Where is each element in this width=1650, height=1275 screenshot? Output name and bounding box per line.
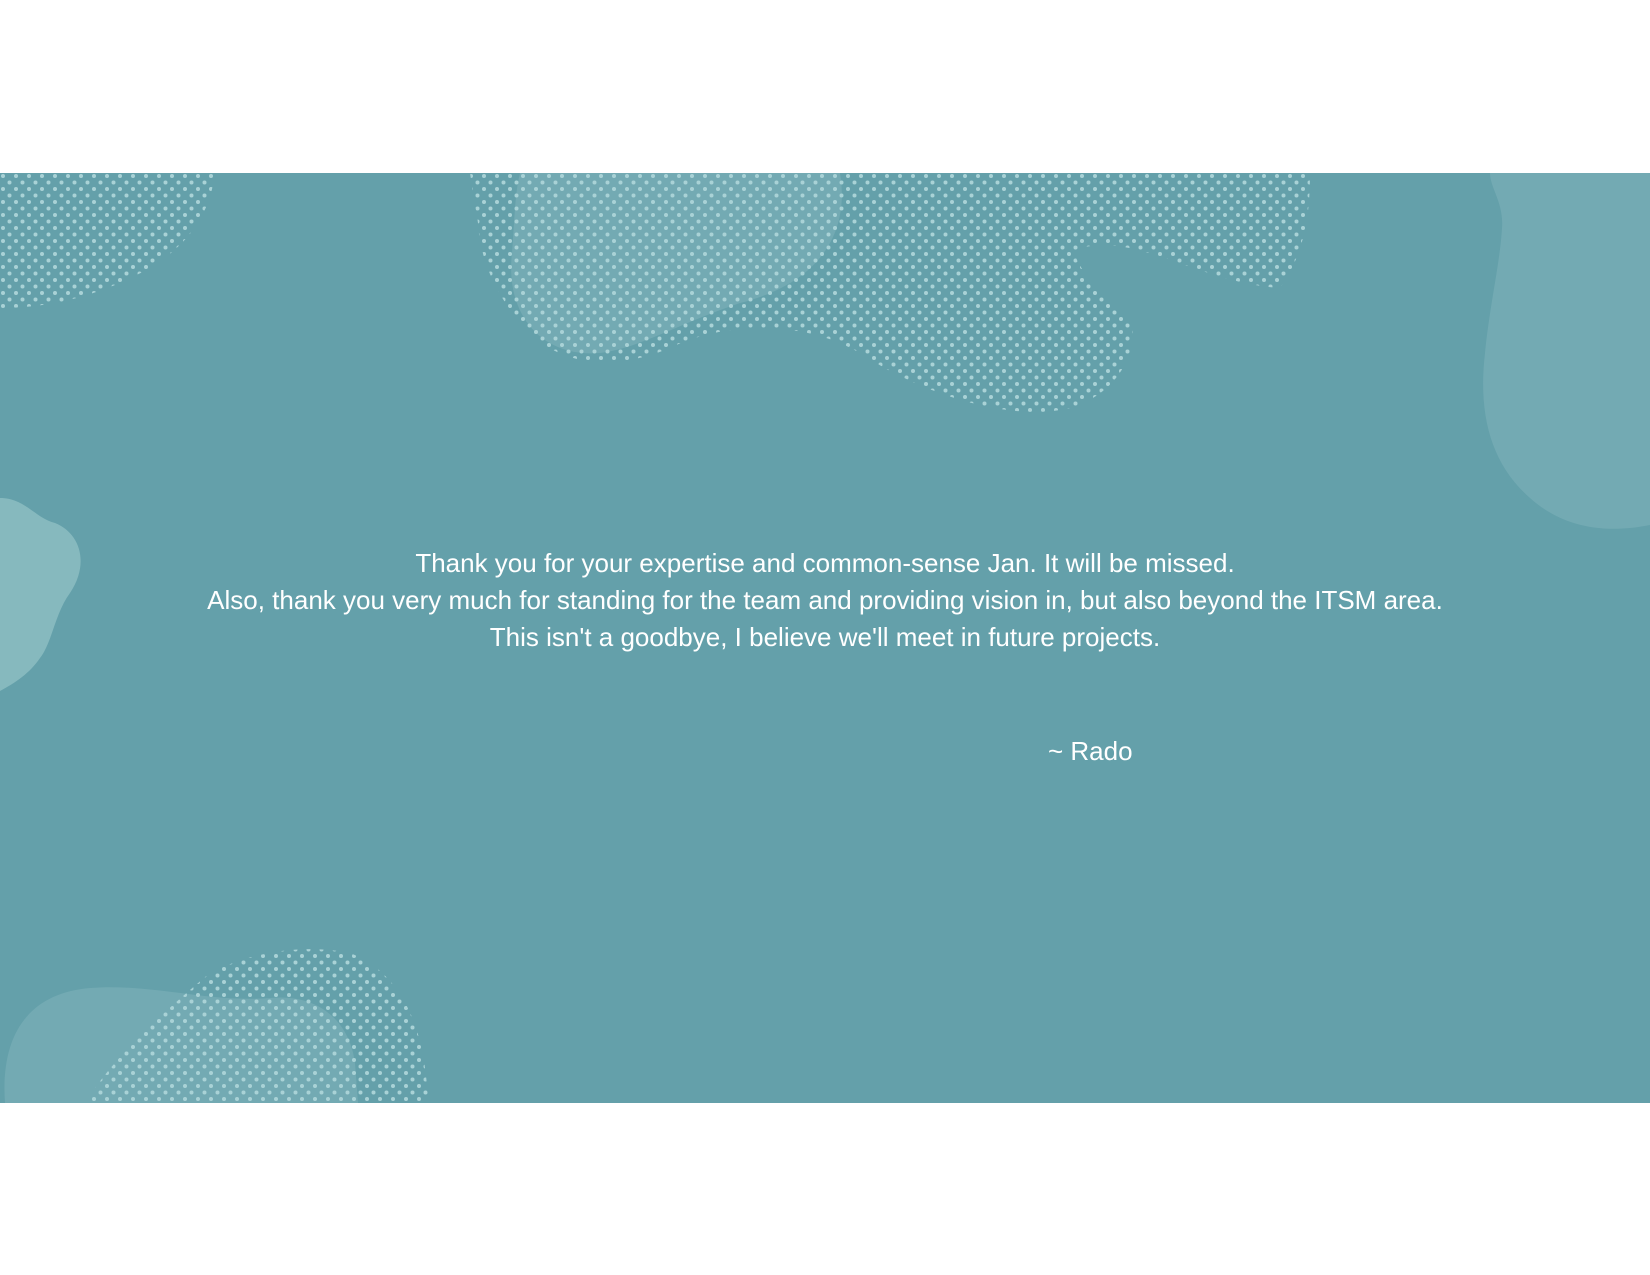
message-line: Thank you for your expertise and common-… [415, 548, 1235, 578]
message-line: This isn't a goodbye, I believe we'll me… [489, 622, 1161, 652]
document-page: Thank you for your expertise and common-… [0, 0, 1650, 1275]
farewell-message: Thank you for your expertise and common-… [0, 545, 1650, 656]
message-line: Also, thank you very much for standing f… [207, 585, 1443, 615]
signature: ~ Rado [1048, 736, 1133, 766]
farewell-slide: Thank you for your expertise and common-… [0, 173, 1650, 1103]
